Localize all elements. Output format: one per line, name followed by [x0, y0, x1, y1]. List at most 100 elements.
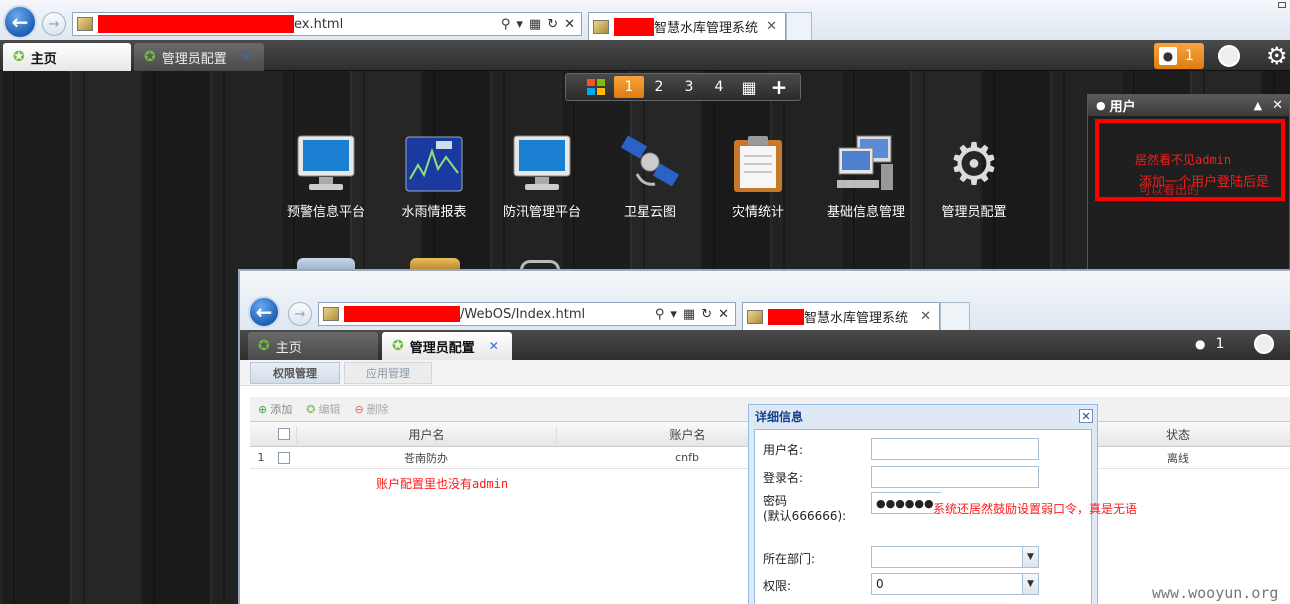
search-icon[interactable]: ⚲ [655, 307, 665, 322]
add-icon: ⊕ [258, 402, 268, 416]
close-tab-icon[interactable]: ✕ [489, 339, 499, 353]
delete-button[interactable]: ⊖ 删除 [354, 401, 388, 417]
desktop-3-button[interactable]: 3 [674, 76, 704, 98]
dropdown-icon[interactable]: ▾ [670, 307, 677, 322]
desktop-icon-label: 卫星云图 [623, 205, 676, 220]
desktop-icon-label: 防汛管理平台 [502, 205, 581, 220]
grid-header-status[interactable]: 状态 [1108, 426, 1248, 443]
row-checkbox-cell [272, 451, 296, 464]
inner-address-bar[interactable]: /WebOS/Index.html ⚲ ▾ ▦ ↻ ✕ [318, 302, 736, 326]
forward-arrow-icon[interactable]: → [288, 302, 312, 326]
password-field[interactable]: ●●●●●● [871, 492, 941, 514]
tab-admin-config-label: 管理员配置 [161, 51, 227, 67]
inner-browser-tab[interactable]: 智慧水库管理系统 ✕ [742, 302, 940, 330]
close-panel-icon[interactable]: ✕ [1272, 98, 1283, 113]
refresh-icon[interactable]: ↻ [547, 17, 558, 32]
desktop-icon-label: 预警信息平台 [286, 205, 365, 220]
close-tab-icon[interactable]: ✕ [241, 50, 251, 64]
subtab-app[interactable]: 应用管理 [344, 362, 432, 384]
edit-button[interactable]: ✪ 编辑 [306, 401, 340, 417]
detail-dialog: 详细信息 ✕ 用户名: 登录名: 密码 (默认666666): ●●●●●● 所… [748, 404, 1137, 604]
desktop-1-button[interactable]: 1 [614, 76, 644, 98]
puzzle-icon: ✪ [392, 338, 404, 354]
login-name-field[interactable] [871, 466, 1039, 488]
permission-label: 权限: [763, 579, 792, 593]
back-arrow-icon[interactable]: ← [248, 296, 280, 328]
new-tab-button[interactable] [940, 302, 970, 330]
webos-tabbar: ✪ 主页 ✪ 管理员配置 ✕ ● 1 ⚙ [0, 40, 1290, 71]
dept-label: 所在部门: [763, 552, 816, 566]
permission-select[interactable]: 0 ▼ [871, 573, 1039, 595]
browser-tab[interactable]: 智慧水库管理系统 ✕ [588, 12, 786, 40]
close-dialog-icon[interactable]: ✕ [1079, 409, 1093, 423]
subtab-permission[interactable]: 权限管理 [250, 362, 340, 384]
palette-icon[interactable] [1254, 334, 1274, 354]
refresh-icon[interactable]: ↻ [701, 307, 712, 322]
delete-button-label: 删除 [366, 403, 389, 416]
select-all-checkbox[interactable] [278, 428, 290, 440]
redacted-url [98, 15, 294, 33]
settings-gear-icon[interactable]: ⚙ [1266, 42, 1288, 70]
dept-select[interactable]: ▼ [871, 546, 1039, 568]
inner-webos-tabbar: ✪ 主页 ✪ 管理员配置 ✕ ● 1 [240, 330, 1290, 360]
user-panel-header: ● 用户 ▲ ✕ [1088, 95, 1289, 116]
close-tab-icon[interactable]: ✕ [920, 309, 931, 324]
edit-button-label: 编辑 [318, 403, 341, 416]
new-tab-button[interactable] [786, 12, 812, 40]
chevron-down-icon[interactable]: ▼ [1022, 547, 1038, 567]
grid-header-username[interactable]: 用户名 [296, 425, 556, 443]
address-text: ex.html [294, 16, 344, 32]
dropdown-icon[interactable]: ▾ [516, 17, 523, 32]
user-panel-title: 用户 [1109, 100, 1136, 115]
inner-user-count[interactable]: ● 1 [1195, 336, 1224, 352]
desktop-icon-rain-report[interactable]: 水雨情报表 [384, 133, 484, 220]
add-button[interactable]: ⊕ 添加 [258, 401, 292, 417]
desktop-icon-flood-platform[interactable]: 防汛管理平台 [492, 133, 592, 220]
desktop-2-button[interactable]: 2 [644, 76, 674, 98]
username-field[interactable] [871, 438, 1039, 460]
collapse-icon[interactable]: ▲ [1254, 99, 1262, 112]
desktop-icon-satellite[interactable]: 卫星云图 [600, 133, 700, 220]
page-favicon-icon [77, 17, 93, 31]
desktop-icon-label: 水雨情报表 [401, 205, 467, 220]
forward-arrow-icon[interactable]: → [42, 12, 66, 36]
address-bar[interactable]: ex.html ⚲ ▾ ▦ ↻ ✕ [72, 12, 582, 36]
inner-tab-admin-config[interactable]: ✪ 管理员配置 ✕ [382, 332, 512, 360]
chevron-down-icon[interactable]: ▼ [1022, 574, 1038, 594]
dialog-form: 用户名: 登录名: 密码 (默认666666): ●●●●●● 所在部门: ▼ … [754, 429, 1137, 604]
satellite-icon [619, 133, 681, 195]
user-list-highlight: 居然看不见admin 可以看出的 添加一个用户登陆后是 [1095, 119, 1285, 201]
annotation-no-admin: 居然看不见admin [1135, 153, 1232, 167]
desktop-icon-warning-platform[interactable]: 预警信息平台 [276, 133, 376, 220]
add-desktop-icon[interactable]: + [764, 75, 794, 99]
redacted-tab [614, 17, 654, 36]
page-favicon-icon [323, 307, 339, 321]
windows-logo-icon[interactable] [578, 76, 614, 98]
desktop-4-button[interactable]: 4 [704, 76, 734, 98]
browser-toolbar: ← → ex.html ⚲ ▾ ▦ ↻ ✕ 智慧水库管理系统 ✕ [0, 0, 1290, 40]
password-value: ●●●●●● [876, 496, 934, 510]
compat-icon[interactable]: ▦ [683, 307, 695, 322]
back-arrow-icon[interactable]: ← [3, 5, 37, 39]
gear-icon: ⚙ [948, 130, 1000, 198]
tab-home[interactable]: ✪ 主页 [3, 43, 131, 71]
search-icon[interactable]: ⚲ [501, 17, 511, 32]
stop-icon[interactable]: ✕ [564, 17, 575, 32]
inner-subtab-strip: 权限管理 应用管理 [240, 360, 1290, 386]
desktop-icon-basic-info[interactable]: 基础信息管理 [816, 133, 916, 220]
desktop-icon-disaster-stats[interactable]: 灾情统计 [708, 133, 808, 220]
redacted-url [344, 306, 460, 322]
user-count-button[interactable]: ● 1 [1154, 43, 1204, 69]
close-tab-icon[interactable]: ✕ [766, 19, 777, 34]
tab-admin-config[interactable]: ✪ 管理员配置 ✕ [134, 43, 264, 71]
inner-tab-home-label: 主页 [275, 340, 302, 356]
grid-view-icon[interactable]: ▦ [734, 76, 764, 98]
puzzle-icon: ✪ [258, 338, 270, 354]
palette-icon[interactable] [1218, 45, 1240, 67]
desktop-icon-admin-config[interactable]: ⚙ 管理员配置 [924, 133, 1024, 220]
row-checkbox[interactable] [278, 451, 290, 464]
compat-icon[interactable]: ▦ [529, 17, 541, 32]
stop-icon[interactable]: ✕ [718, 307, 729, 322]
inner-tab-home[interactable]: ✪ 主页 [248, 332, 378, 360]
window-minimize-icon[interactable] [1278, 2, 1286, 8]
